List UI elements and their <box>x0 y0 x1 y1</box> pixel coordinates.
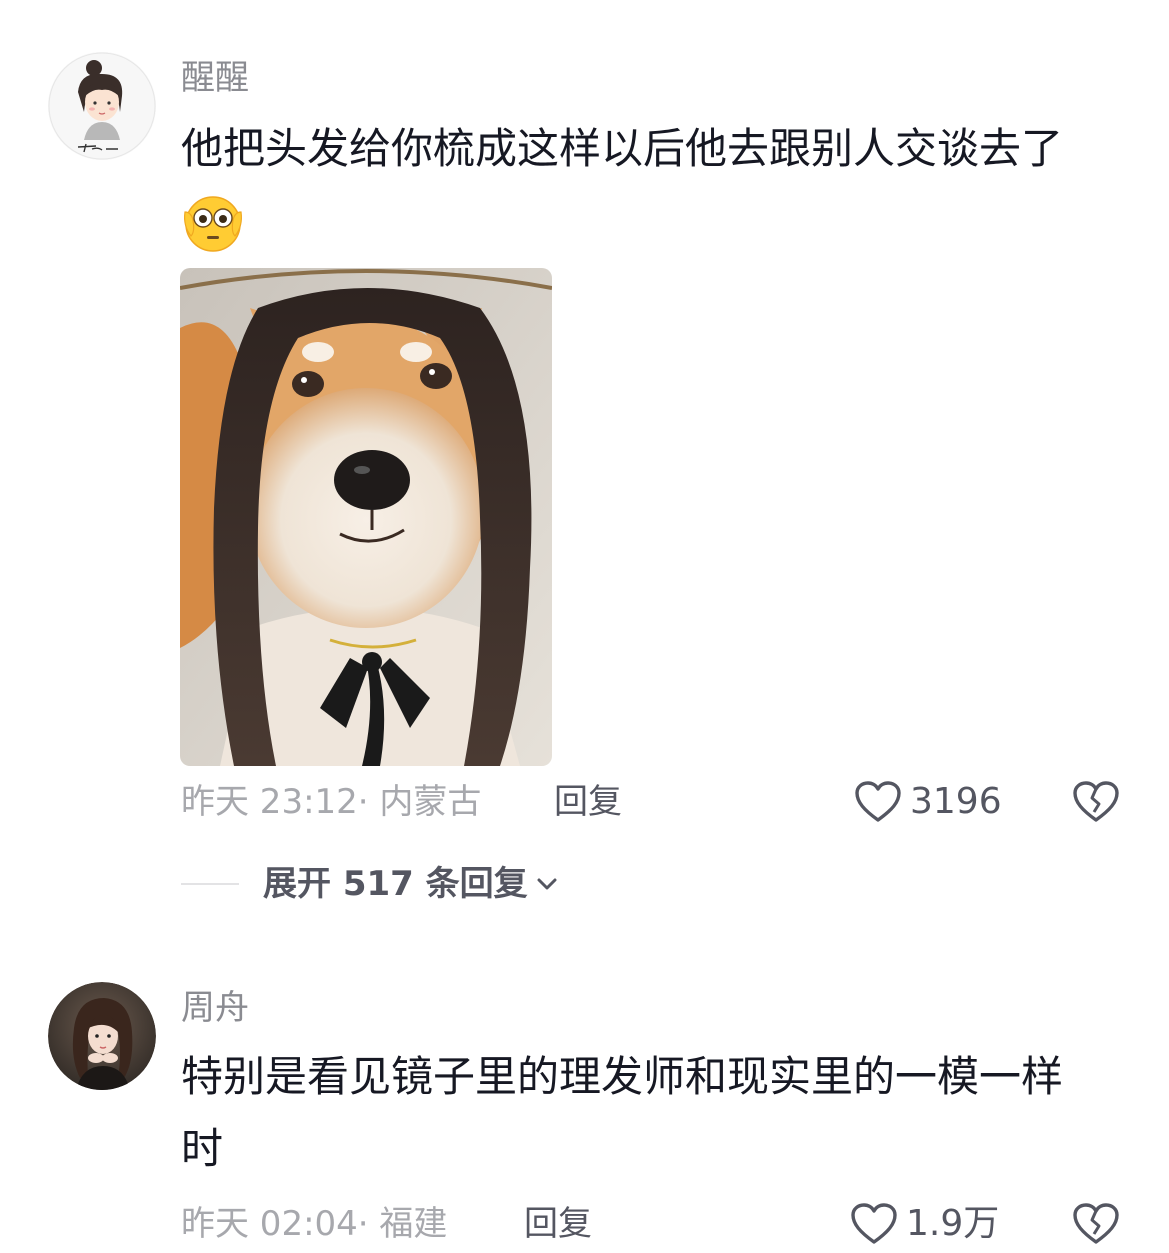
dislike-button[interactable] <box>1072 1202 1120 1246</box>
dislike-button[interactable] <box>1072 780 1120 824</box>
expand-replies-button[interactable]: 展开 517 条回复 <box>181 862 560 906</box>
comment-meta: 昨天 23:12· 内蒙古 <box>181 780 481 824</box>
comment-time: 昨天 02:04 <box>181 1204 358 1244</box>
comment-username[interactable]: 周舟 <box>181 988 249 1028</box>
comment-meta: 昨天 02:04· 福建 <box>181 1202 447 1246</box>
like-count: 1.9万 <box>906 1203 1000 1244</box>
broken-heart-icon <box>1073 1203 1119 1244</box>
like-button[interactable]: 1.9万 <box>850 1202 999 1246</box>
comment-time: 昨天 23:12 <box>181 782 358 822</box>
comment-text-line: 特别是看见镜子里的理发师和现实里的一模一样 <box>181 1052 1064 1101</box>
divider <box>181 883 239 885</box>
heart-icon <box>851 1203 897 1244</box>
heart-icon <box>855 781 901 822</box>
like-button[interactable]: 3196 <box>854 780 1002 824</box>
reply-button[interactable]: 回复 <box>524 1202 592 1246</box>
comment-text-line: 时 <box>181 1124 224 1173</box>
broken-heart-icon <box>1073 781 1119 822</box>
comment-item: 醒醒 他把头发给你梳成这样以后他去跟别人交谈去了 昨天 23:12· 内蒙古 回… <box>0 0 1169 940</box>
comment-text: 他把头发给你梳成这样以后他去跟别人交谈去了 <box>181 124 1064 173</box>
comment-username[interactable]: 醒醒 <box>181 58 249 98</box>
avatar[interactable] <box>48 982 156 1090</box>
comment-item: 周舟 特别是看见镜子里的理发师和现实里的一模一样 时 昨天 02:04· 福建 … <box>0 940 1169 1253</box>
avatar[interactable] <box>48 52 156 160</box>
chevron-down-icon <box>537 878 557 890</box>
comment-location: · 福建 <box>357 1204 448 1244</box>
expand-replies-label: 展开 517 条回复 <box>263 864 528 904</box>
like-count: 3196 <box>910 781 1002 822</box>
comment-location: · 内蒙古 <box>357 782 482 822</box>
shiba-dog-with-long-hair-wig-photo[interactable] <box>180 268 552 766</box>
flushed-face-emoji-icon <box>181 190 245 254</box>
reply-button[interactable]: 回复 <box>554 780 622 824</box>
